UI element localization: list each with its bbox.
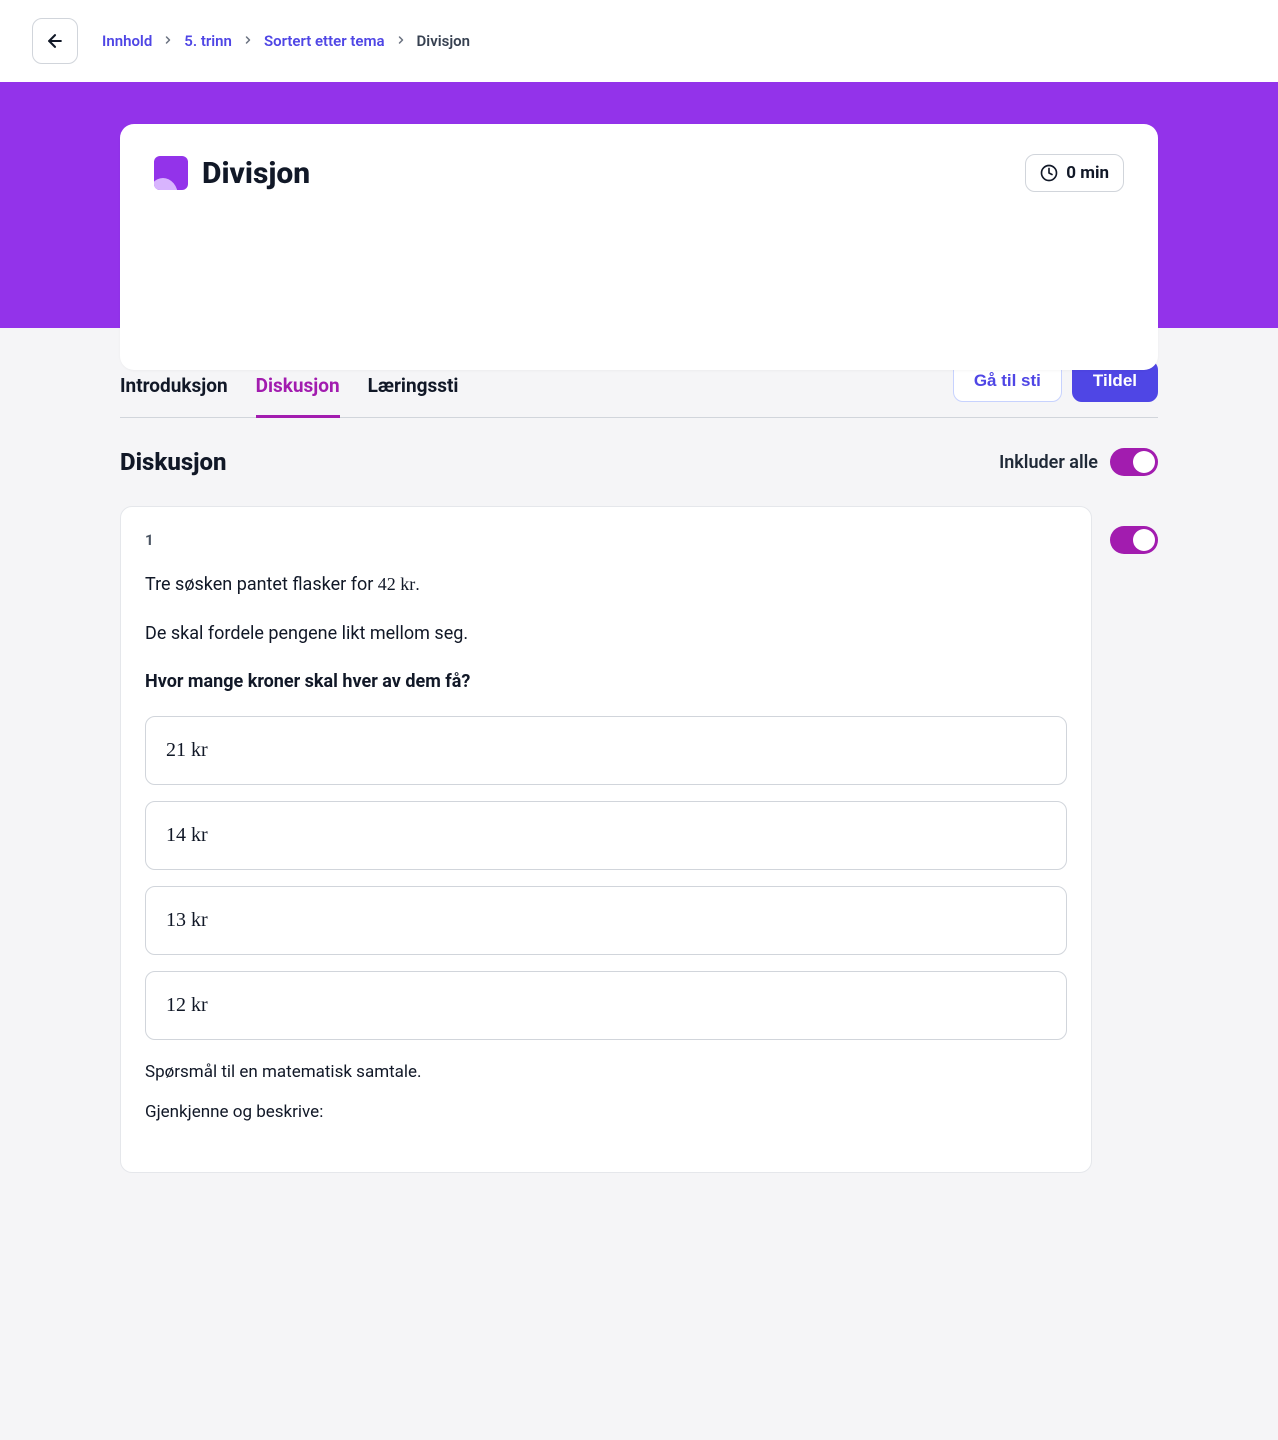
duration-text: 0 min: [1066, 163, 1109, 183]
chevron-right-icon: [395, 32, 407, 50]
question-line-1: Tre søsken pantet flasker for 42 kr.: [145, 569, 1067, 601]
question-include-toggle[interactable]: [1110, 526, 1158, 554]
chevron-right-icon: [242, 32, 254, 50]
hero-banner: Divisjon 0 min: [0, 82, 1278, 328]
answer-option[interactable]: 14 kr: [145, 801, 1067, 870]
answer-option[interactable]: 13 kr: [145, 886, 1067, 955]
answer-option[interactable]: 12 kr: [145, 971, 1067, 1040]
page-title: Divisjon: [202, 156, 310, 191]
breadcrumb: Innhold 5. trinn Sortert etter tema Divi…: [102, 32, 470, 50]
question-footnote-2: Gjenkjenne og beskrive:: [145, 1102, 1067, 1122]
include-all-toggle[interactable]: [1110, 448, 1158, 476]
duration-pill: 0 min: [1025, 154, 1124, 192]
topbar: Innhold 5. trinn Sortert etter tema Divi…: [0, 0, 1278, 82]
question-footnote-1: Spørsmål til en matematisk samtale.: [145, 1062, 1067, 1082]
chevron-right-icon: [162, 32, 174, 50]
breadcrumb-link-innhold[interactable]: Innhold: [102, 32, 152, 50]
course-card: Divisjon 0 min: [120, 124, 1158, 370]
breadcrumb-link-grade[interactable]: 5. trinn: [184, 32, 232, 50]
breadcrumb-link-sorted[interactable]: Sortert etter tema: [264, 32, 385, 50]
question-number: 1: [145, 531, 1067, 549]
include-all-label: Inkluder alle: [999, 452, 1098, 473]
course-icon: [154, 156, 188, 190]
section-title: Diskusjon: [120, 448, 227, 476]
question-line-2: De skal fordele pengene likt mellom seg.: [145, 619, 1067, 650]
section-header: Diskusjon Inkluder alle: [120, 448, 1158, 476]
question-card: 1 Tre søsken pantet flasker for 42 kr. D…: [120, 506, 1092, 1173]
answer-option[interactable]: 21 kr: [145, 716, 1067, 785]
question-prompt: Hvor mange kroner skal hver av dem få?: [145, 667, 1067, 698]
back-button[interactable]: [32, 18, 78, 64]
breadcrumb-current: Divisjon: [417, 32, 471, 50]
answer-list: 21 kr 14 kr 13 kr 12 kr: [145, 716, 1067, 1040]
arrow-left-icon: [45, 31, 65, 51]
clock-icon: [1040, 164, 1058, 182]
